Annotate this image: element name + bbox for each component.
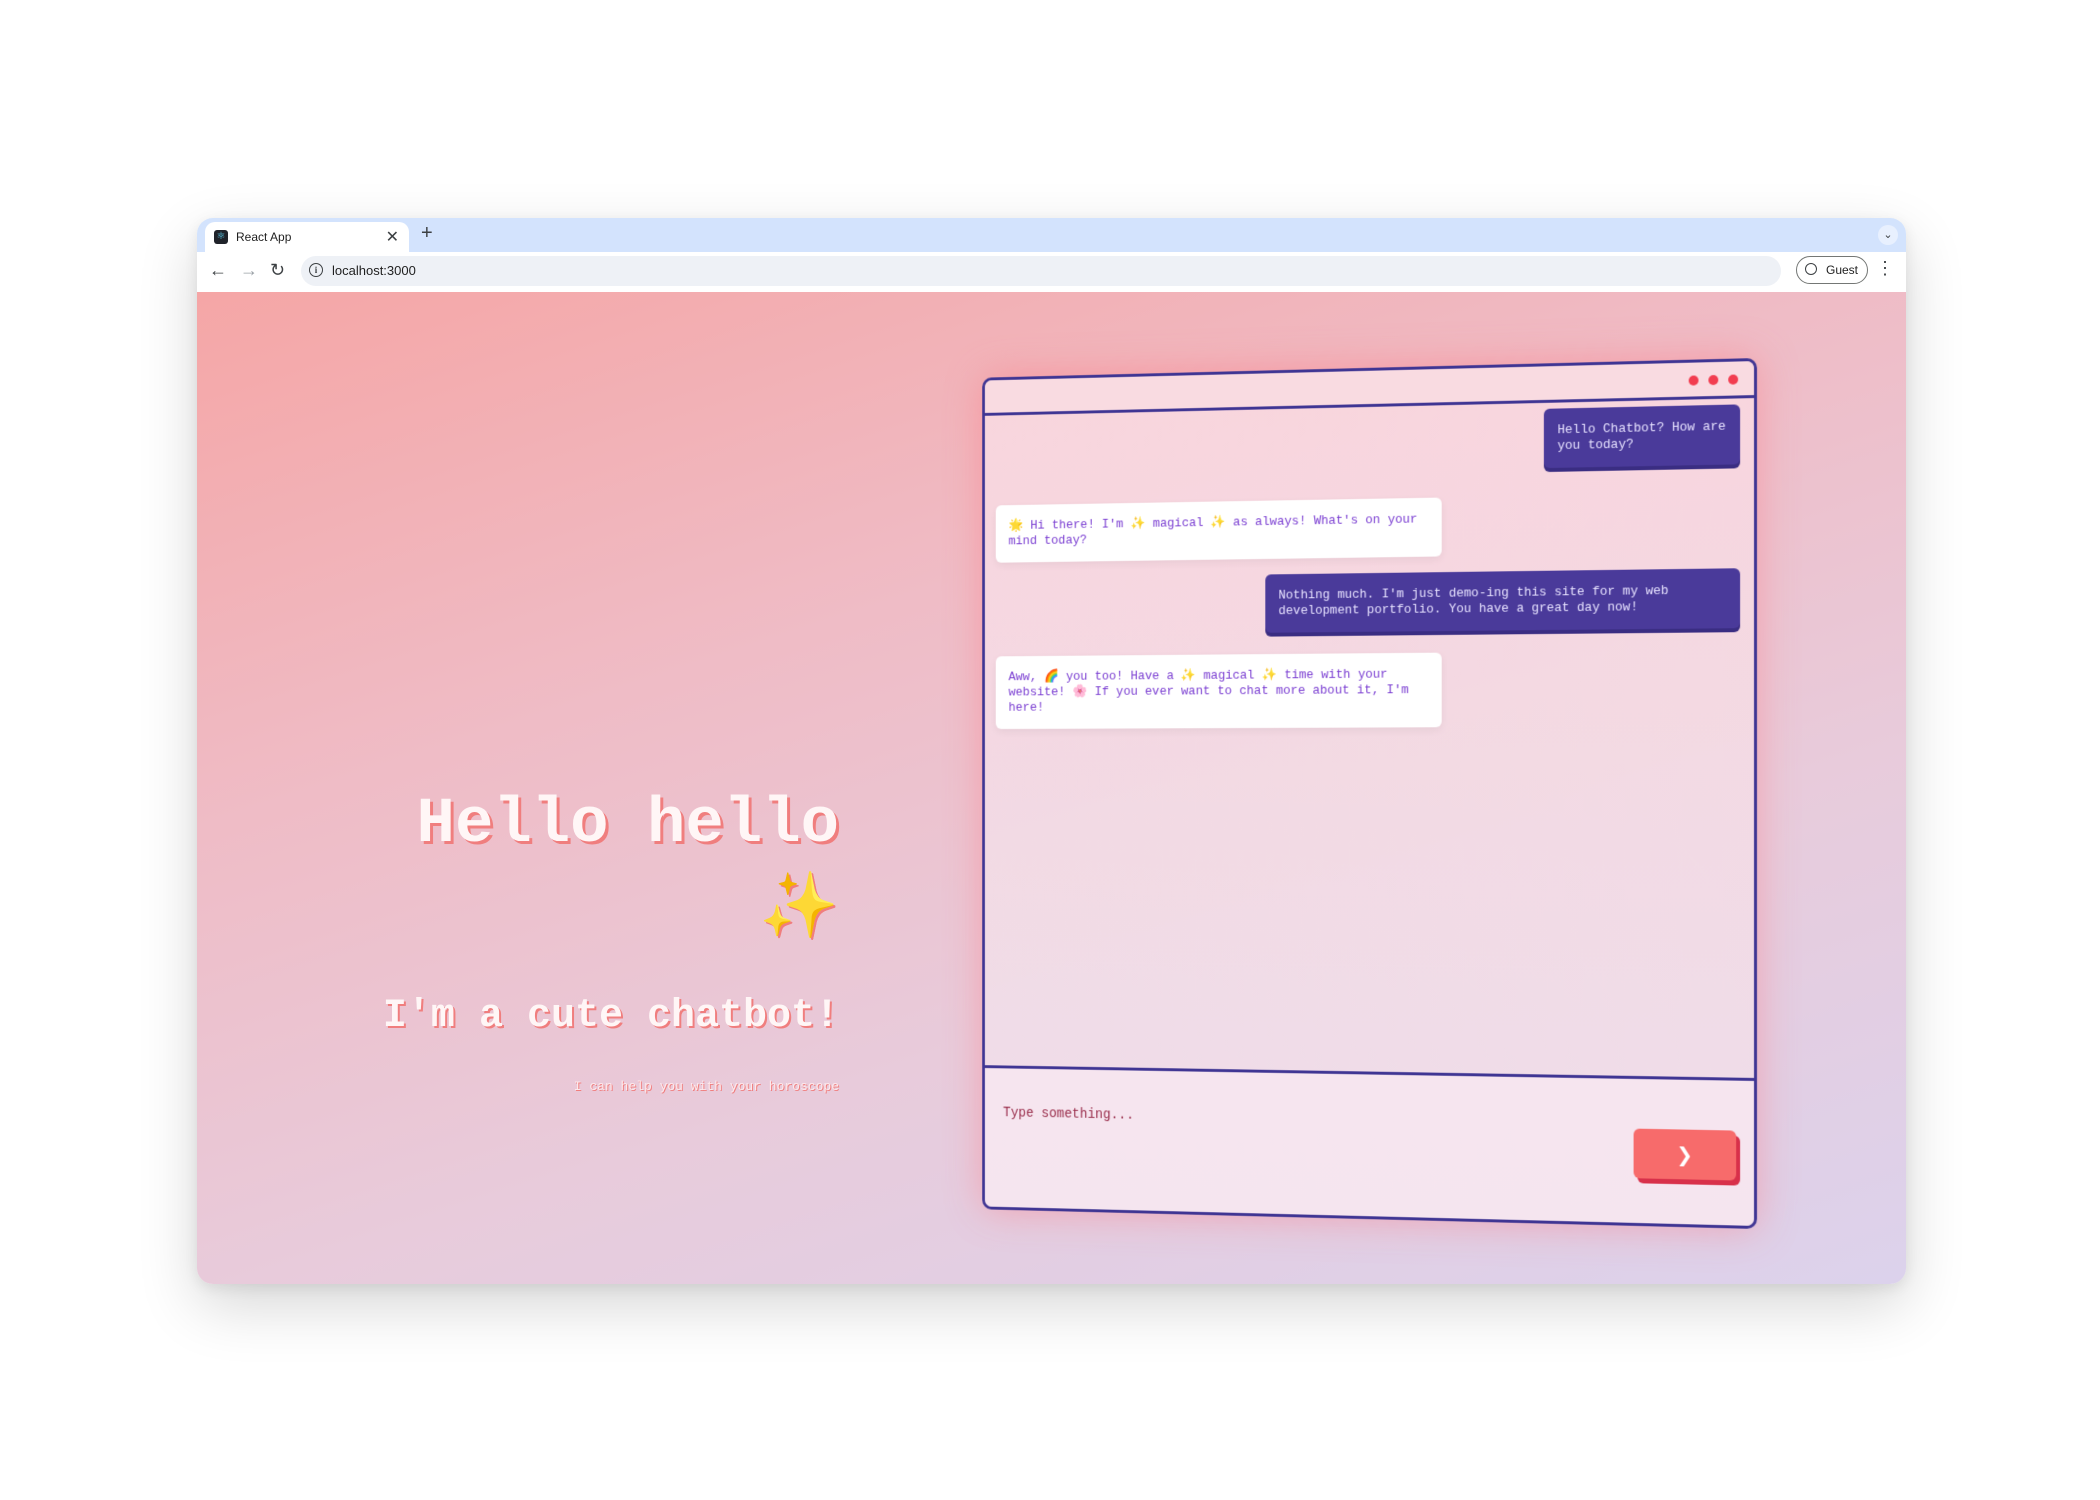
bot-message: Aww, 🌈 you too! Have a ✨ magical ✨ time … (996, 653, 1442, 729)
hero-section: Hello hello ✨ I'm a cute chatbot! I can … (319, 789, 839, 1094)
tab-react-app[interactable]: ⚛ React App ✕ (205, 222, 409, 252)
browser-window: ⚛ React App ✕ + ⌄ ← → ↻ i localhost:3000… (197, 218, 1906, 1284)
message-input[interactable] (1001, 1101, 1569, 1137)
window-dot-icon (1708, 375, 1718, 385)
chat-input-area: ❯ (985, 1065, 1754, 1226)
guest-profile-button[interactable]: Guest (1796, 256, 1868, 284)
guest-label: Guest (1826, 263, 1858, 277)
bot-message: 🌟 Hi there! I'm ✨ magical ✨ as always! W… (996, 498, 1442, 563)
hero-tagline: I can help you with your horoscope (319, 1079, 839, 1094)
user-message: Hello Chatbot? How are you today? (1544, 404, 1740, 468)
back-arrow-icon[interactable]: ← (209, 260, 227, 281)
profile-icon (1805, 263, 1817, 275)
hero-subtitle: I'm a cute chatbot! (319, 993, 839, 1041)
url-text[interactable]: localhost:3000 (332, 263, 416, 278)
hero-title: Hello hello (319, 789, 839, 861)
tab-strip: ⚛ React App ✕ + ⌄ (197, 218, 1906, 252)
page-viewport: Hello hello ✨ I'm a cute chatbot! I can … (197, 292, 1906, 1284)
window-dot-icon (1689, 375, 1699, 385)
user-message: Nothing much. I'm just demo-ing this sit… (1265, 568, 1740, 633)
send-chevron-icon: ❯ (1676, 1142, 1693, 1166)
close-tab-icon[interactable]: ✕ (386, 227, 399, 247)
window-dot-icon (1728, 374, 1738, 384)
forward-arrow-icon[interactable]: → (240, 260, 258, 281)
chat-messages: Hello Chatbot? How are you today? 🌟 Hi t… (985, 398, 1754, 1078)
send-button[interactable]: ❯ (1634, 1129, 1737, 1181)
chat-window: Hello Chatbot? How are you today? 🌟 Hi t… (982, 358, 1757, 1229)
tab-search-chevron-icon[interactable]: ⌄ (1878, 225, 1898, 245)
sparkle-icon: ✨ (319, 865, 839, 945)
browser-menu-icon[interactable]: ⋮ (1876, 258, 1894, 279)
address-bar[interactable]: i localhost:3000 (301, 256, 1781, 286)
react-favicon-icon: ⚛ (214, 230, 228, 244)
site-info-icon[interactable]: i (309, 263, 323, 277)
reload-icon[interactable]: ↻ (270, 260, 285, 281)
new-tab-button[interactable]: + (421, 222, 433, 245)
tab-title: React App (236, 230, 291, 244)
browser-toolbar: ← → ↻ i localhost:3000 Guest ⋮ (197, 252, 1906, 293)
